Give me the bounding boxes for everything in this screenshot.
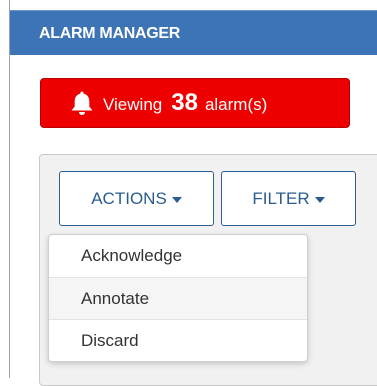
filter-dropdown-button[interactable]: FILTER (221, 171, 356, 226)
alarm-prefix: Viewing (103, 95, 163, 114)
alarm-count: 38 (171, 89, 198, 116)
menu-item-acknowledge[interactable]: Acknowledge (49, 235, 307, 277)
actions-dropdown-button[interactable]: ACTIONS (59, 171, 214, 226)
menu-item-annotate[interactable]: Annotate (49, 277, 307, 319)
page-title: ALARM MANAGER (39, 25, 180, 42)
alarm-count-text: Viewing 38 alarm(s) (103, 89, 267, 117)
header-bar: ALARM MANAGER (10, 10, 377, 55)
actions-dropdown-menu: Acknowledge Annotate Discard (48, 234, 308, 362)
menu-item-discard[interactable]: Discard (49, 319, 307, 361)
actions-button-label: ACTIONS (91, 188, 167, 208)
alarm-suffix: alarm(s) (204, 95, 268, 114)
bell-icon (70, 90, 94, 116)
alarm-count-banner[interactable]: Viewing 38 alarm(s) (40, 78, 350, 128)
caret-down-icon (171, 196, 182, 203)
filter-button-label: FILTER (252, 188, 310, 208)
caret-down-icon (314, 196, 325, 203)
